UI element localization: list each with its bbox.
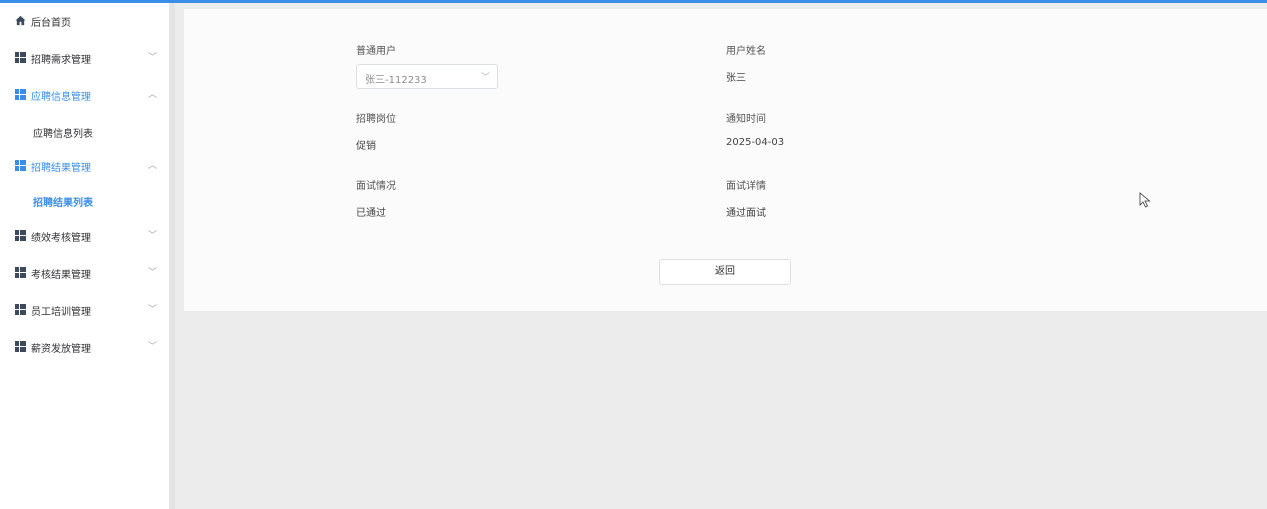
user-select[interactable]: 张三-112233 ﹀	[356, 64, 498, 89]
sidebar-item-recruit-result[interactable]: 招聘结果管理 ︿	[0, 154, 170, 178]
grid-icon	[15, 267, 26, 278]
sidebar-item-application-info[interactable]: 应聘信息管理 ︿	[0, 83, 170, 107]
chevron-up-icon: ︿	[148, 90, 158, 100]
chevron-up-icon: ︿	[148, 161, 158, 171]
sidebar-item-home[interactable]: 后台首页	[0, 9, 170, 33]
grid-icon	[15, 341, 26, 352]
sidebar-item-training[interactable]: 员工培训管理 ﹀	[0, 298, 170, 322]
interview-detail-label: 面试详情	[726, 181, 766, 192]
position-value: 促销	[356, 141, 376, 152]
grid-icon	[15, 89, 26, 100]
interview-detail-value: 通过面试	[726, 208, 766, 219]
interview-status-value: 已通过	[356, 208, 386, 219]
position-label: 招聘岗位	[356, 114, 396, 125]
notify-time-value: 2025-04-03	[726, 137, 785, 148]
grid-icon	[15, 52, 26, 63]
chevron-down-icon: ﹀	[148, 342, 158, 352]
chevron-down-icon: ﹀	[481, 73, 491, 83]
sidebar-item-salary[interactable]: 薪资发放管理 ﹀	[0, 335, 170, 359]
chevron-down-icon: ﹀	[148, 268, 158, 278]
detail-form-card: 普通用户 张三-112233 ﹀ 用户姓名 张三 招聘岗位 促销 通知时间 20…	[184, 9, 1267, 311]
sidebar: 后台首页 招聘需求管理 ﹀ 应聘信息管理 ︿ 应聘信息列表 招聘结果管理 ︿ 招…	[0, 3, 170, 509]
sidebar-subitem-application-list[interactable]: 应聘信息列表	[0, 120, 170, 144]
name-value: 张三	[726, 73, 746, 84]
main-content: 普通用户 张三-112233 ﹀ 用户姓名 张三 招聘岗位 促销 通知时间 20…	[175, 3, 1267, 509]
name-label: 用户姓名	[726, 46, 766, 57]
grid-icon	[15, 160, 26, 171]
chevron-down-icon: ﹀	[148, 305, 158, 315]
notify-time-label: 通知时间	[726, 114, 766, 125]
chevron-down-icon: ﹀	[148, 231, 158, 241]
sidebar-item-performance[interactable]: 绩效考核管理 ﹀	[0, 224, 170, 248]
chevron-down-icon: ﹀	[148, 53, 158, 63]
grid-icon	[15, 230, 26, 241]
sidebar-item-assessment-result[interactable]: 考核结果管理 ﹀	[0, 261, 170, 285]
back-button[interactable]: 返回	[659, 259, 791, 285]
sidebar-subitem-recruit-result-list[interactable]: 招聘结果列表	[0, 189, 170, 213]
grid-icon	[15, 304, 26, 315]
interview-status-label: 面试情况	[356, 181, 396, 192]
home-icon	[15, 15, 26, 26]
user-label: 普通用户	[356, 46, 396, 57]
sidebar-item-recruit-demand[interactable]: 招聘需求管理 ﹀	[0, 46, 170, 70]
mouse-cursor-icon	[1139, 192, 1151, 208]
